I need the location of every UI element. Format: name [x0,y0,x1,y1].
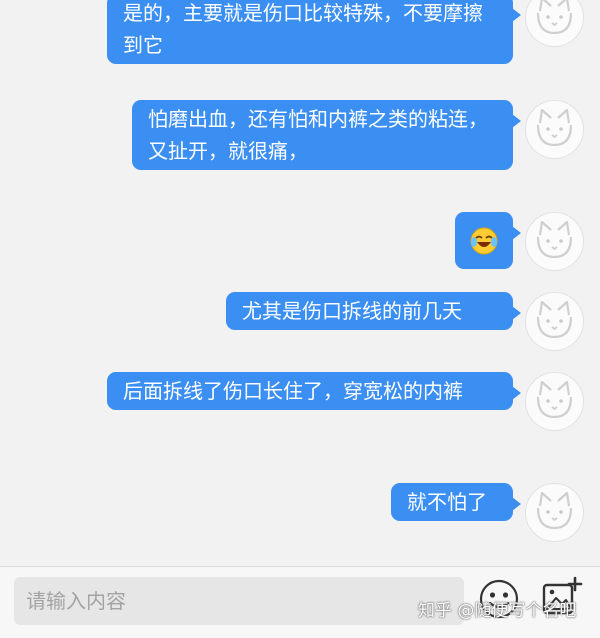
default-avatar-icon [536,300,573,339]
message-bubble[interactable]: 后面拆线了伤口长住了，穿宽松的内裤 [107,372,521,410]
avatar[interactable] [525,372,584,431]
message-bubble[interactable]: 尤其是伤口拆线的前几天 [226,292,521,330]
avatar[interactable] [525,100,584,159]
message-bubble[interactable]: 就不怕了 [391,483,521,521]
message-input[interactable]: 请输入内容 [14,577,464,625]
default-avatar-icon [536,220,573,259]
message-bubble[interactable] [455,212,521,269]
watermark: 知乎 @随便写个名吧 [418,601,577,621]
default-avatar-icon [536,0,573,35]
avatar[interactable] [525,292,584,351]
message-bubble[interactable]: 怕磨出血，还有怕和内裤之类的粘连，又扯开，就很痛， [132,100,521,170]
default-avatar-icon [536,491,573,530]
default-avatar-icon [536,380,573,419]
avatar[interactable] [525,212,584,271]
laugh-cry-emoji-icon [470,227,498,255]
message-bubble[interactable]: 是的，主要就是伤口比较特殊，不要摩擦到它 [107,0,521,64]
avatar[interactable] [525,483,584,542]
avatar[interactable] [525,0,584,47]
default-avatar-icon [536,108,573,147]
